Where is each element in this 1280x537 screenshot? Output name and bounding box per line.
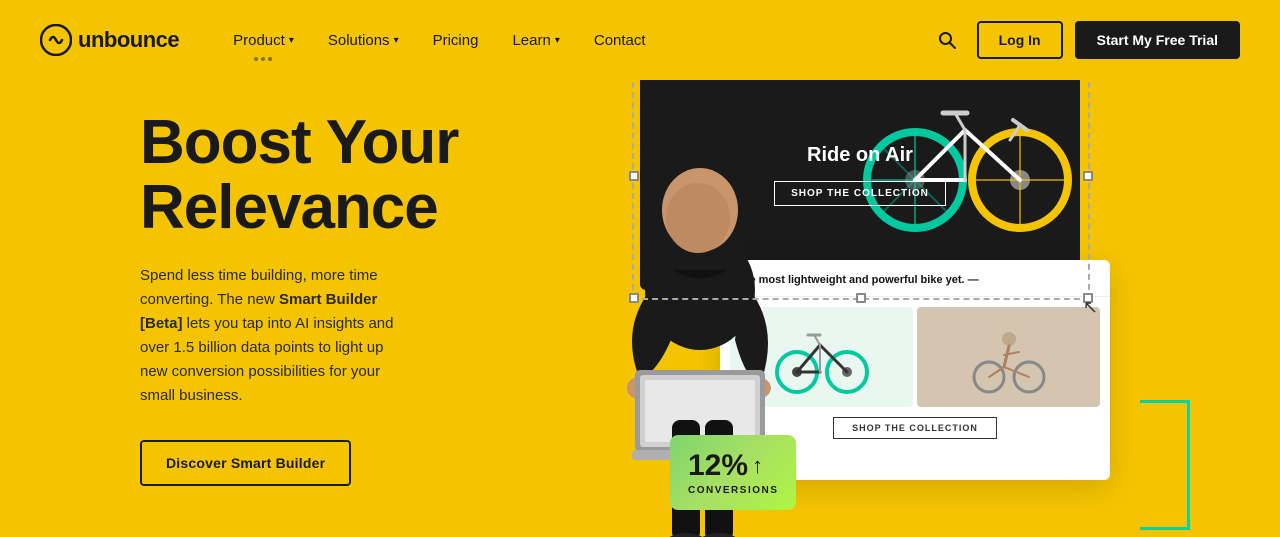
hero-content: Boost Your Relevance Spend less time bui… bbox=[140, 110, 458, 486]
nav-item-product[interactable]: Product ▾ bbox=[219, 24, 308, 57]
nav-item-solutions[interactable]: Solutions ▾ bbox=[314, 24, 413, 57]
chevron-down-icon: ▾ bbox=[555, 35, 560, 46]
trial-button[interactable]: Start My Free Trial bbox=[1075, 21, 1240, 59]
nav-item-contact[interactable]: Contact bbox=[580, 24, 660, 57]
search-icon bbox=[937, 30, 957, 50]
unbounce-logo-icon bbox=[40, 24, 72, 56]
nav-item-pricing[interactable]: Pricing bbox=[419, 24, 493, 57]
navbar: unbounce Product ▾ Solutions ▾ Pricing L… bbox=[0, 0, 1280, 80]
green-bracket-bottom bbox=[1140, 450, 1190, 530]
discover-smart-builder-button[interactable]: Discover Smart Builder bbox=[140, 440, 351, 486]
chevron-down-icon: ▾ bbox=[394, 35, 399, 46]
nav-right: Log In Start My Free Trial bbox=[929, 21, 1240, 59]
stats-arrow-icon: ↑ bbox=[752, 453, 763, 479]
hero-heading: Boost Your Relevance bbox=[140, 110, 458, 240]
stats-badge: 12% ↑ CONVERSIONS bbox=[670, 435, 796, 510]
shop-collection-button[interactable]: SHOP THE COLLECTION bbox=[833, 417, 997, 439]
nav-links: Product ▾ Solutions ▾ Pricing Learn ▾ Co… bbox=[219, 24, 929, 57]
hero-body: Spend less time building, more time conv… bbox=[140, 264, 410, 408]
green-bracket-top bbox=[1140, 400, 1190, 450]
cyclist-icon bbox=[969, 317, 1049, 397]
search-button[interactable] bbox=[929, 22, 965, 58]
bike-image-2 bbox=[917, 307, 1100, 407]
hero-section: Boost Your Relevance Spend less time bui… bbox=[0, 80, 1280, 537]
chevron-down-icon: ▾ bbox=[289, 35, 294, 46]
login-button[interactable]: Log In bbox=[977, 21, 1063, 59]
stats-percent: 12% ↑ bbox=[688, 449, 778, 483]
handle-middle-right bbox=[1083, 171, 1093, 181]
logo-text: unbounce bbox=[78, 27, 179, 53]
logo[interactable]: unbounce bbox=[40, 24, 179, 56]
nav-item-learn[interactable]: Learn ▾ bbox=[498, 24, 573, 57]
hero-visual: ↖ bbox=[520, 80, 1280, 537]
loading-indicator bbox=[254, 57, 272, 61]
stats-label: CONVERSIONS bbox=[688, 485, 778, 496]
